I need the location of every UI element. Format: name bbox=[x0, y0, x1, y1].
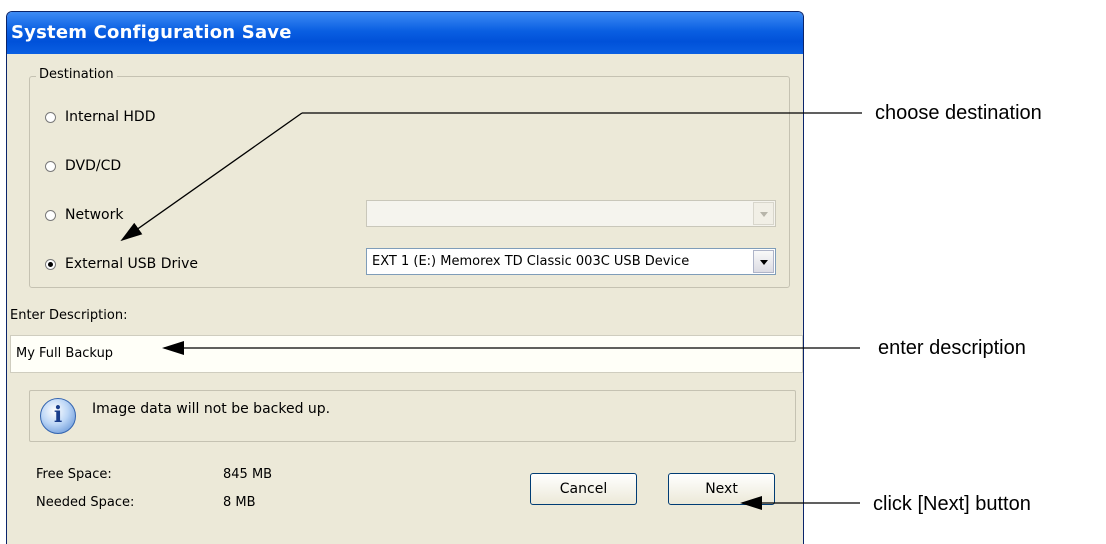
annotation-choose-destination: choose destination bbox=[875, 102, 1042, 124]
annotation-enter-description: enter description bbox=[878, 337, 1026, 359]
annotation-arrows bbox=[120, 112, 862, 510]
choose-destination-arrow-diagonal bbox=[120, 112, 303, 242]
annotation-click-next: click [Next] button bbox=[873, 493, 1031, 515]
